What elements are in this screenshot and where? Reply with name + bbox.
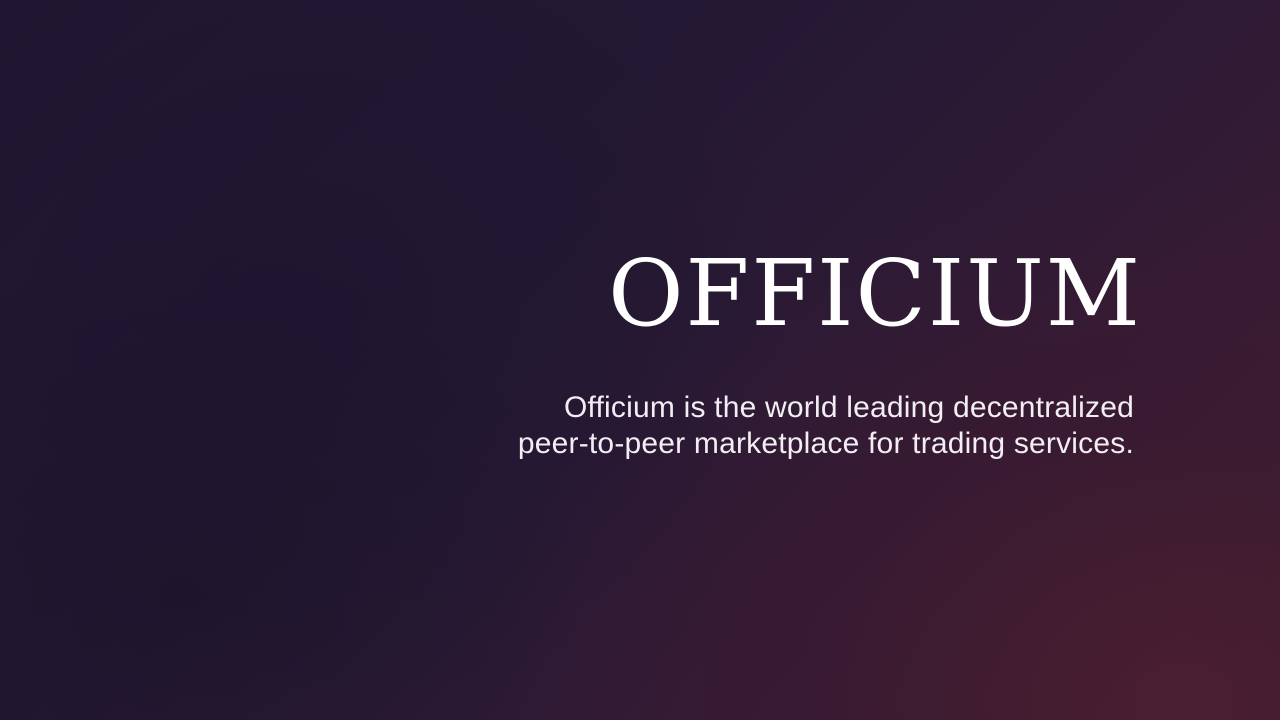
tagline-line-2: peer-to-peer marketplace for trading ser… — [517, 427, 1134, 460]
tagline: Officium is the world leading decentrali… — [434, 390, 1134, 462]
hero-section: OFFICIUM Officium is the world leading d… — [434, 238, 1140, 462]
brand-title: OFFICIUM — [608, 240, 1142, 347]
tagline-line-1: Officium is the world leading decentrali… — [563, 391, 1134, 424]
